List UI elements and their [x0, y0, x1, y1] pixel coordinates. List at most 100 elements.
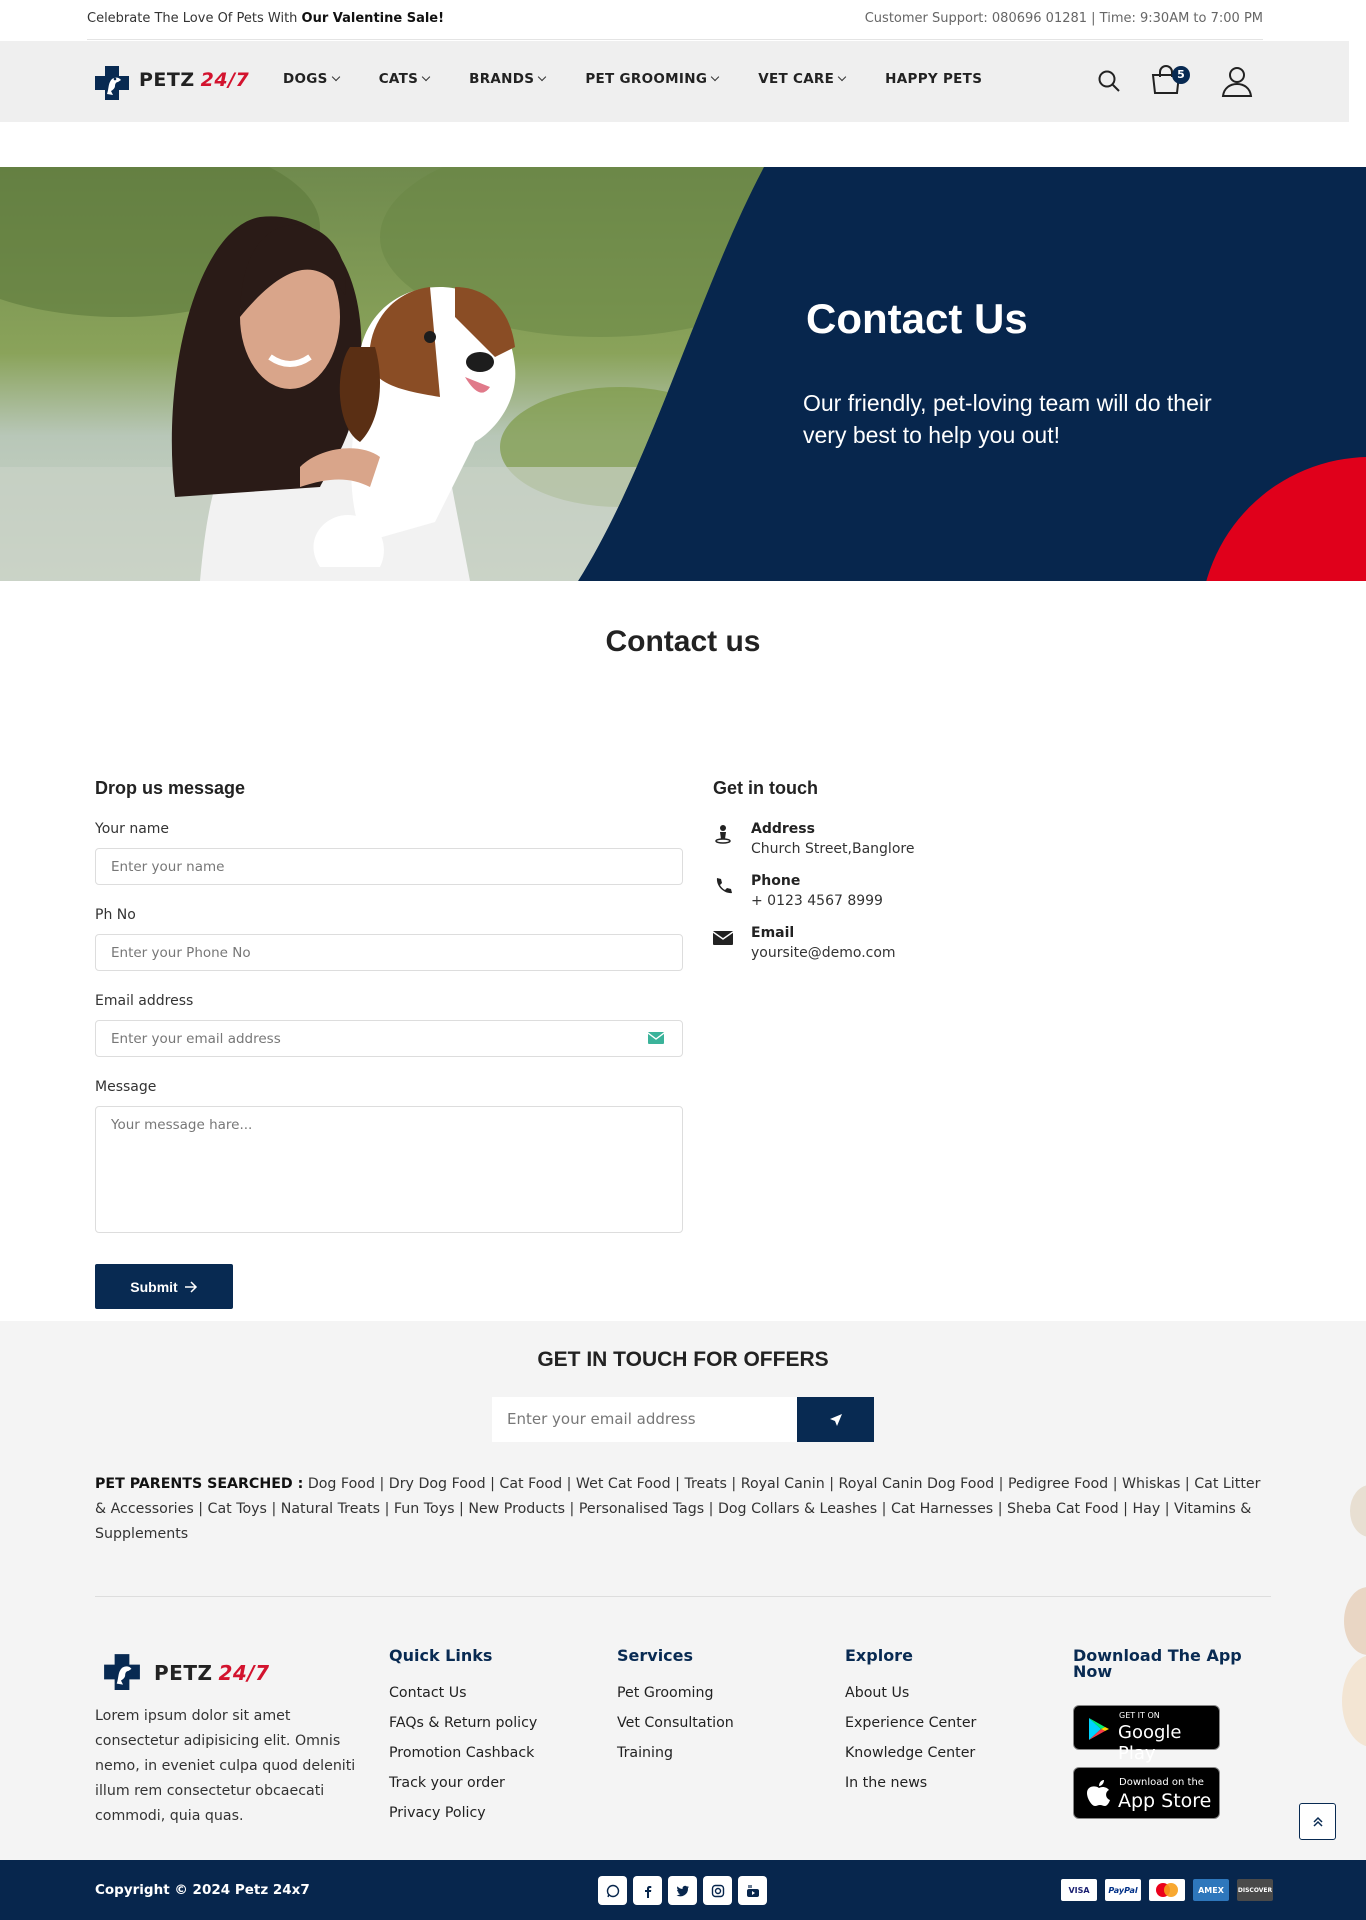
searched-link[interactable]: Royal Canin Dog Food [839, 1476, 995, 1492]
footer-link[interactable]: Vet Consultation [617, 1715, 734, 1745]
google-play-button[interactable]: GET IT ON Google Play [1073, 1705, 1220, 1764]
get-in-touch: Get in touch Address Church Street,Bangl… [713, 778, 1113, 977]
app-store-button[interactable]: Download on the App Store [1073, 1767, 1220, 1819]
separator: | [565, 1501, 579, 1517]
newsletter-placeholder: Enter your email address [507, 1410, 696, 1428]
searched-link[interactable]: Cat Food [499, 1476, 562, 1492]
quick-links: Quick Links Contact Us FAQs & Return pol… [389, 1648, 537, 1835]
newsletter-email-input[interactable]: Enter your email address [492, 1397, 797, 1442]
footer-logo[interactable]: PETZ 24/7 [102, 1649, 292, 1693]
phone-placeholder: Enter your Phone No [111, 945, 251, 961]
email-value: yoursite@demo.com [751, 945, 896, 961]
double-chevron-up-icon [1312, 1816, 1323, 1827]
footer-link[interactable]: About Us [845, 1685, 976, 1715]
amex-icon: AMEX [1193, 1879, 1229, 1901]
nav-label: PET GROOMING [585, 71, 708, 87]
nav-item-brands[interactable]: BRANDS [469, 71, 547, 87]
submit-button[interactable]: Submit [95, 1264, 233, 1309]
message-textarea[interactable]: Your message hare... [95, 1106, 683, 1233]
google-big-text: Google Play [1118, 1722, 1182, 1764]
instagram-icon[interactable] [703, 1876, 732, 1905]
nav-item-cats[interactable]: CATS [379, 71, 431, 87]
footer-link[interactable]: Pet Grooming [617, 1685, 734, 1715]
hero-title: Contact Us [806, 295, 1028, 342]
paper-plane-icon [829, 1413, 842, 1426]
copyright: Copyright © 2024 Petz 24x7 [95, 1882, 310, 1898]
address-value: Church Street,Banglore [751, 841, 915, 857]
twitter-icon[interactable] [668, 1876, 697, 1905]
searched-link[interactable]: Natural Treats [281, 1501, 380, 1517]
brand-suffix: 24/7 [200, 69, 250, 91]
name-label: Your name [95, 821, 170, 837]
email-input[interactable]: Enter your email address [95, 1020, 683, 1057]
contact-section-title: Contact us [605, 625, 761, 658]
searched-link[interactable]: Personalised Tags [579, 1501, 704, 1517]
search-icon[interactable] [1097, 69, 1121, 93]
footer-link[interactable]: Privacy Policy [389, 1805, 537, 1835]
submit-label: Submit [130, 1278, 178, 1295]
arrow-right-icon [184, 1280, 197, 1293]
footer-link[interactable]: Contact Us [389, 1685, 537, 1715]
promo-prefix: Celebrate The Love Of Pets With [87, 11, 302, 26]
facebook-icon[interactable] [633, 1876, 662, 1905]
searched-link[interactable]: Cat Harnesses [891, 1501, 993, 1517]
name-placeholder: Enter your name [111, 859, 225, 875]
app-title: Download The App Now [1073, 1646, 1242, 1681]
searched-link[interactable]: Treats [684, 1476, 726, 1492]
phone-row: Phone + 0123 4567 8999 [713, 873, 1113, 925]
searched-link[interactable]: Cat Toys [208, 1501, 267, 1517]
searched-link[interactable]: Pedigree Food [1008, 1476, 1108, 1492]
separator: | [670, 1476, 685, 1492]
footer-section: GET IN TOUCH FOR OFFERS Enter your email… [0, 1321, 1366, 1860]
phone-input[interactable]: Enter your Phone No [95, 934, 683, 971]
searched-link[interactable]: New Products [468, 1501, 565, 1517]
main-nav: PETZ 24/7 DOGS CATS BRANDS PET GROOMING V… [0, 41, 1349, 122]
name-input[interactable]: Enter your name [95, 848, 683, 885]
footer-link[interactable]: Knowledge Center [845, 1745, 976, 1775]
brand-name: PETZ [154, 1661, 213, 1685]
searched-link[interactable]: Fun Toys [394, 1501, 455, 1517]
separator: | [1180, 1476, 1195, 1492]
visa-icon: VISA [1061, 1879, 1097, 1901]
envelope-icon [713, 931, 733, 945]
separator: | [993, 1501, 1008, 1517]
footer-link[interactable]: Promotion Cashback [389, 1745, 537, 1775]
message-label: Message [95, 1079, 157, 1095]
whatsapp-icon[interactable] [598, 1876, 627, 1905]
footer-link[interactable]: In the news [845, 1775, 976, 1805]
searched-link[interactable]: Sheba Cat Food [1007, 1501, 1119, 1517]
searched-link[interactable]: Royal Canin [741, 1476, 825, 1492]
footer-link[interactable]: Experience Center [845, 1715, 976, 1745]
nav-item-happy-pets[interactable]: HAPPY PETS [885, 71, 982, 87]
promo-text: Celebrate The Love Of Pets With Our Vale… [87, 11, 444, 26]
footer-link[interactable]: Track your order [389, 1775, 537, 1805]
apple-small-text: Download on the [1119, 1777, 1204, 1788]
searched-link[interactable]: Dog Food [308, 1476, 375, 1492]
payment-label: VISA [1068, 1885, 1090, 1895]
form-heading: Drop us message [95, 778, 246, 798]
searched-link[interactable]: Dog Collars & Leashes [718, 1501, 877, 1517]
youtube-icon[interactable] [738, 1876, 767, 1905]
nav-label: BRANDS [469, 71, 535, 87]
user-icon[interactable] [1221, 65, 1253, 97]
services-links: Services Pet Grooming Vet Consultation T… [617, 1648, 734, 1775]
nav-item-dogs[interactable]: DOGS [283, 71, 340, 87]
logo-mark-icon [104, 1654, 140, 1690]
divider [87, 39, 1263, 40]
scroll-to-top-button[interactable] [1299, 1803, 1336, 1840]
email-label: Email address [95, 993, 194, 1009]
footer-link[interactable]: FAQs & Return policy [389, 1715, 537, 1745]
nav-item-pet-grooming[interactable]: PET GROOMING [585, 71, 720, 87]
footer-link[interactable]: Training [617, 1745, 734, 1775]
decorative-eggs-image [1342, 1485, 1366, 1747]
searched-link[interactable]: Whiskas [1122, 1476, 1180, 1492]
support-info: Customer Support: 080696 01281 | Time: 9… [864, 11, 1263, 26]
newsletter-submit-button[interactable] [797, 1397, 874, 1442]
hero-photo-woman-with-beagle [0, 167, 1366, 581]
searched-link[interactable]: Wet Cat Food [576, 1476, 671, 1492]
site-logo[interactable]: PETZ 24/7 [93, 61, 263, 101]
nav-item-vet-care[interactable]: VET CARE [758, 71, 847, 87]
searched-link[interactable]: Dry Dog Food [389, 1476, 486, 1492]
separator: | [877, 1501, 891, 1517]
searched-link[interactable]: Hay [1132, 1501, 1160, 1517]
